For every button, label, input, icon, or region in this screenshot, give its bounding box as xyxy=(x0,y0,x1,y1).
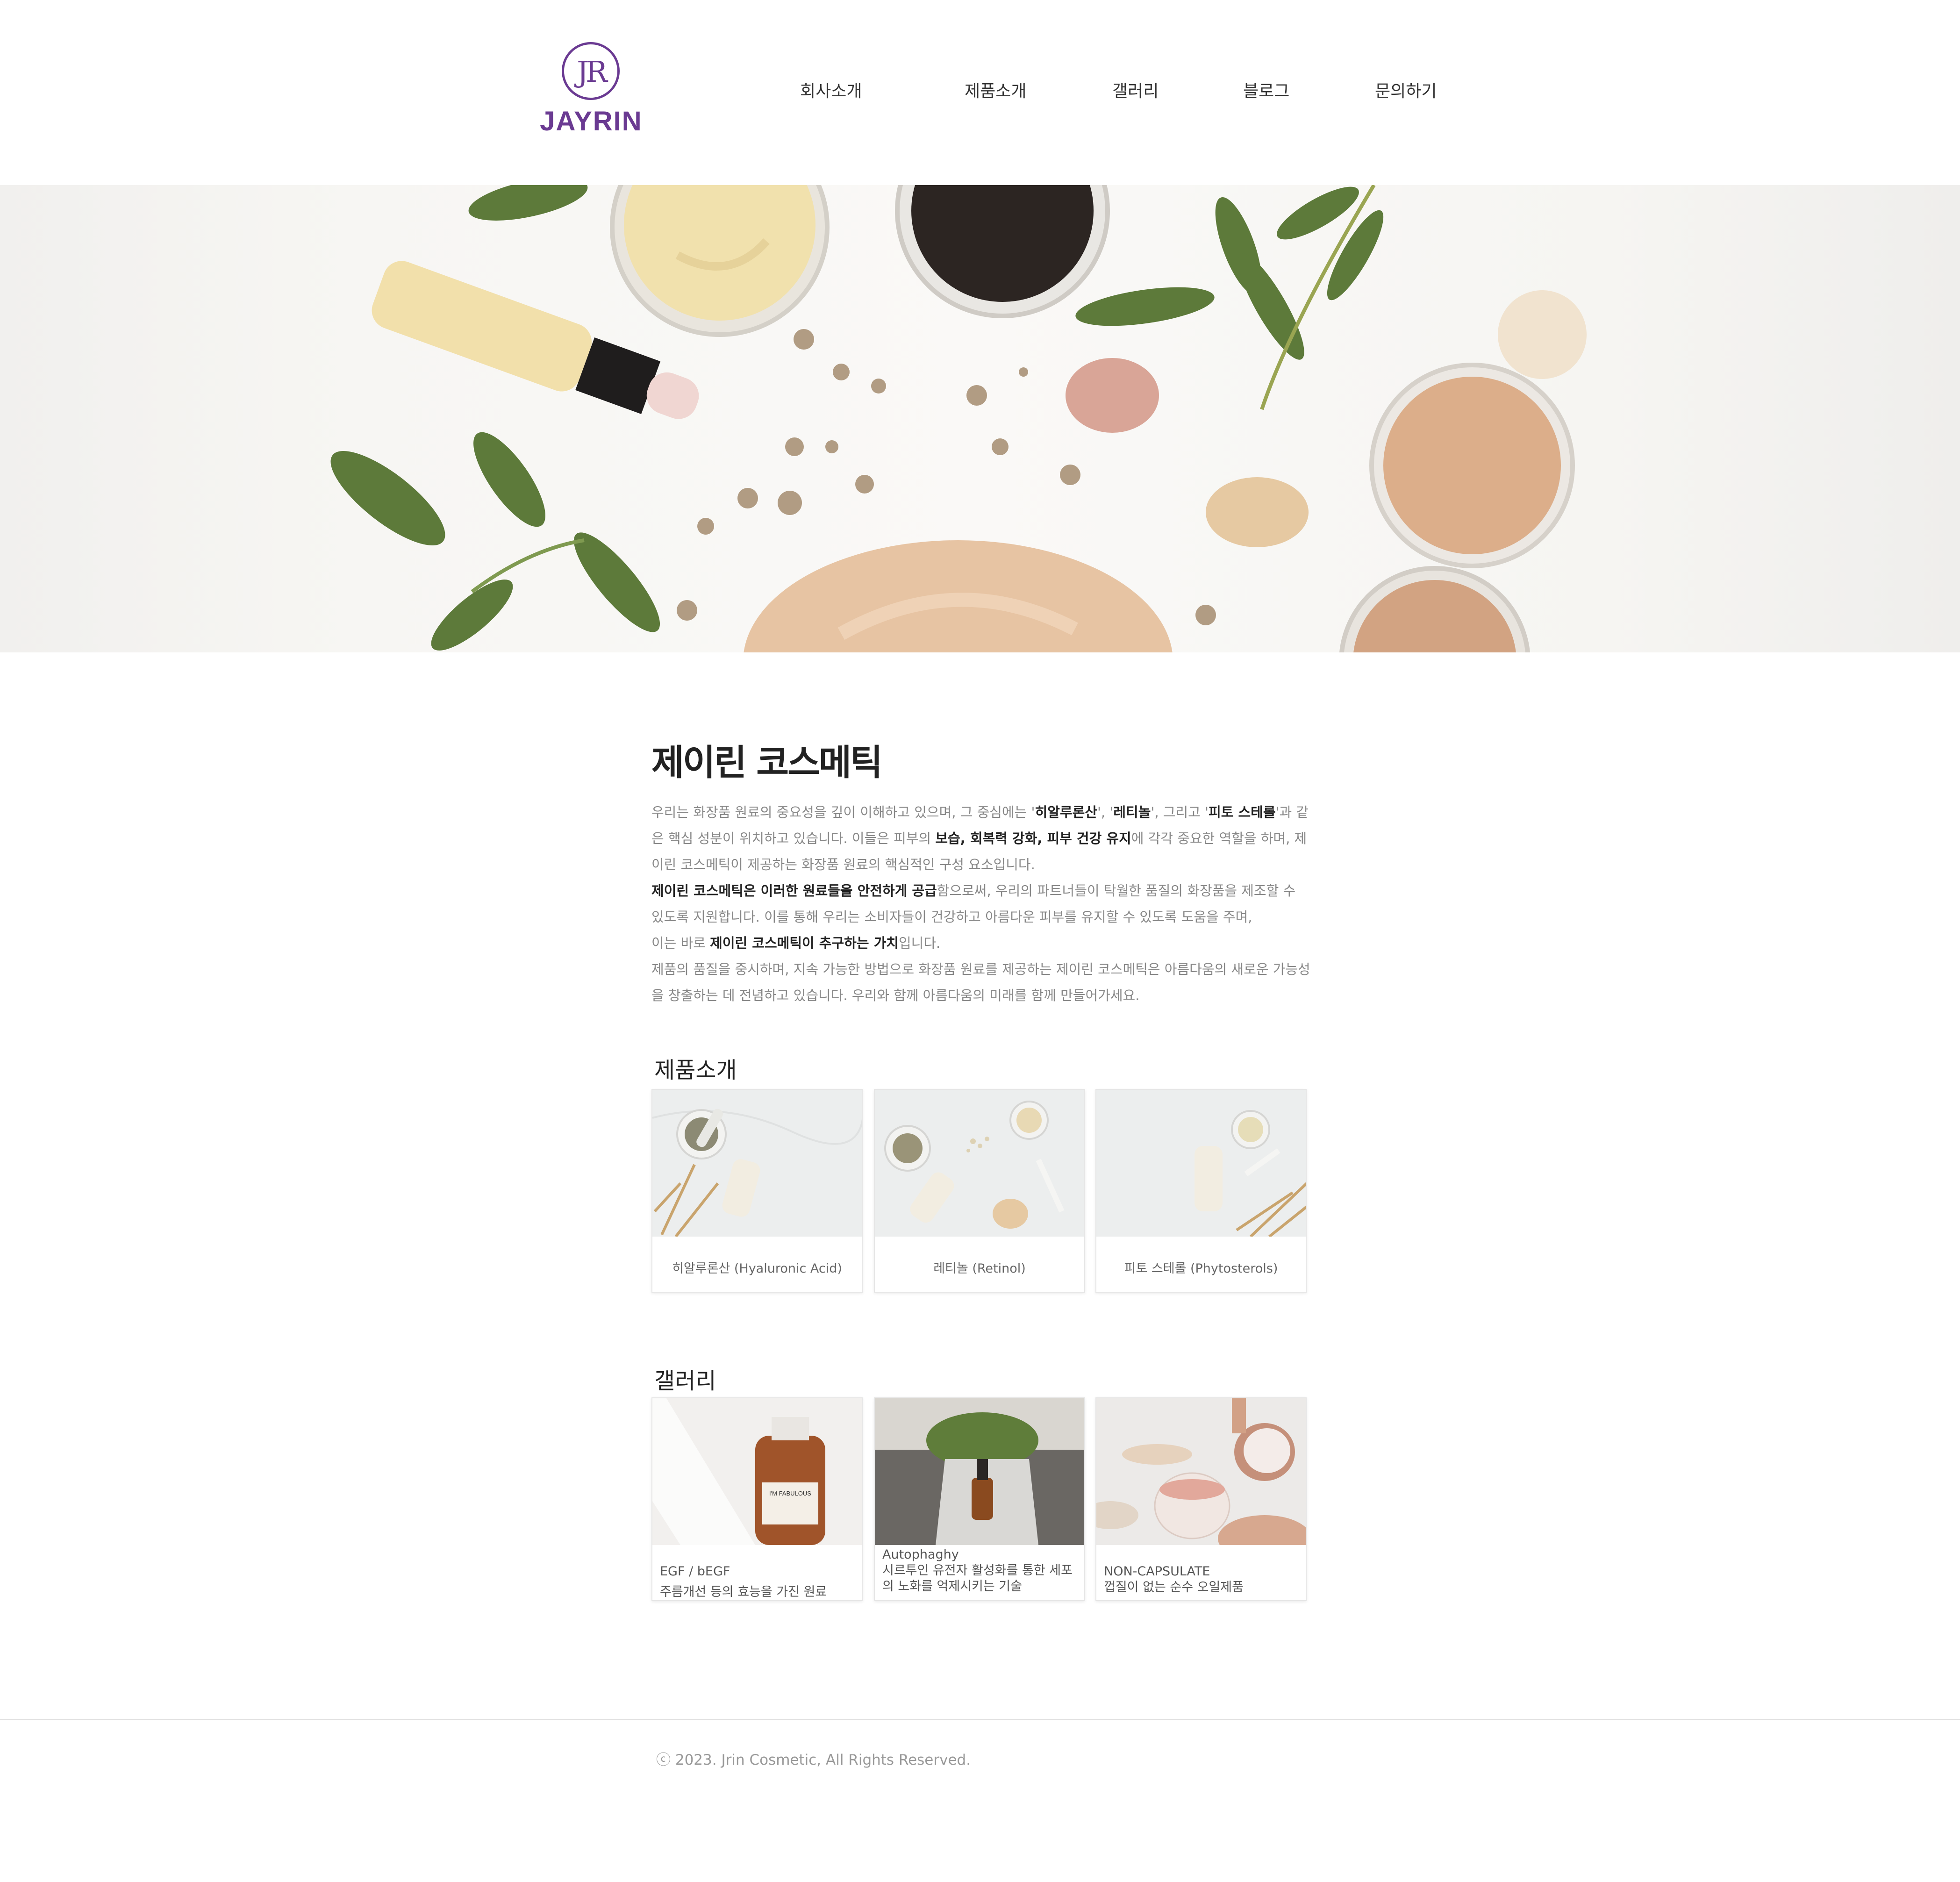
nav-item-products[interactable]: 제품소개 xyxy=(965,78,1026,102)
gallery-description: 시르투인 유전자 활성화를 통한 세포의 노화를 억제시키는 기술 xyxy=(882,1563,1073,1594)
site-header: JR JAYRIN 회사소개 제품소개 갤러리 블로그 문의하기 xyxy=(0,0,1960,185)
gallery-section-title: 갤러리 xyxy=(654,1368,716,1394)
nav-item-contact[interactable]: 문의하기 xyxy=(1375,78,1437,102)
product-image xyxy=(1096,1090,1306,1237)
product-label: 히알루론산 (Hyaluronic Acid) xyxy=(672,1261,842,1276)
product-card[interactable]: 히알루론산 (Hyaluronic Acid) xyxy=(651,1089,863,1293)
gallery-card[interactable]: Autophaghy 시르투인 유전자 활성화를 통한 세포의 노화를 억제시키… xyxy=(874,1397,1085,1601)
gallery-image xyxy=(875,1398,1084,1545)
hero-banner-image xyxy=(0,185,1960,652)
gallery-title: NON-CAPSULATE xyxy=(1104,1564,1210,1579)
brand-logo[interactable]: JR JAYRIN xyxy=(537,42,645,140)
product-label: 피토 스테롤 (Phytosterols) xyxy=(1124,1261,1278,1276)
intro-title: 제이린 코스메틱 xyxy=(651,742,883,783)
bottle-label: I'M FABULOUS xyxy=(769,1490,811,1497)
intro-section: 제이린 코스메틱 우리는 화장품 원료의 중요성을 깊이 이해하고 있으며, 그… xyxy=(651,734,1310,1009)
product-card[interactable]: 레티놀 (Retinol) xyxy=(874,1089,1085,1293)
gallery-image xyxy=(1096,1398,1306,1545)
nav-item-about[interactable]: 회사소개 xyxy=(800,78,862,102)
intro-paragraph-2: 제이린 코스메틱은 이러한 원료들을 안전하게 공급함으로써, 우리의 파트너들… xyxy=(651,883,1296,925)
gallery-description: 껍질이 없는 순수 오일제품 xyxy=(1104,1580,1244,1595)
nav-item-gallery[interactable]: 갤러리 xyxy=(1112,78,1159,102)
product-label: 레티놀 (Retinol) xyxy=(933,1261,1026,1276)
logo-mark-icon: JR xyxy=(562,42,620,100)
gallery-description: 주름개선 등의 효능을 가진 원료 xyxy=(660,1585,827,1599)
gallery-title: Autophaghy xyxy=(882,1547,959,1562)
product-card[interactable]: 피토 스테롤 (Phytosterols) xyxy=(1095,1089,1307,1293)
gallery-title: EGF / bEGF xyxy=(660,1564,730,1579)
intro-paragraph-1: 우리는 화장품 원료의 중요성을 깊이 이해하고 있으며, 그 중심에는 '히알… xyxy=(651,804,1309,873)
nav-item-blog[interactable]: 블로그 xyxy=(1243,78,1289,102)
intro-paragraph-4: 제품의 품질을 중시하며, 지속 가능한 방법으로 화장품 원료를 제공하는 제… xyxy=(651,961,1310,1003)
intro-paragraph-3: 이는 바로 제이린 코스메틱이 추구하는 가치입니다. xyxy=(651,935,941,951)
footer-divider xyxy=(0,1719,1960,1720)
products-section-title: 제품소개 xyxy=(654,1057,737,1083)
product-image xyxy=(652,1090,862,1237)
footer-copyright: ⓒ 2023. Jrin Cosmetic, All Rights Reserv… xyxy=(656,1752,971,1768)
brand-name: JAYRIN xyxy=(540,106,643,136)
gallery-card[interactable]: NON-CAPSULATE 껍질이 없는 순수 오일제품 xyxy=(1095,1397,1307,1601)
gallery-image: I'M FABULOUS xyxy=(652,1398,862,1545)
product-image xyxy=(875,1090,1084,1237)
gallery-card[interactable]: I'M FABULOUS EGF / bEGF 주름개선 등의 효능을 가진 원… xyxy=(651,1397,863,1601)
